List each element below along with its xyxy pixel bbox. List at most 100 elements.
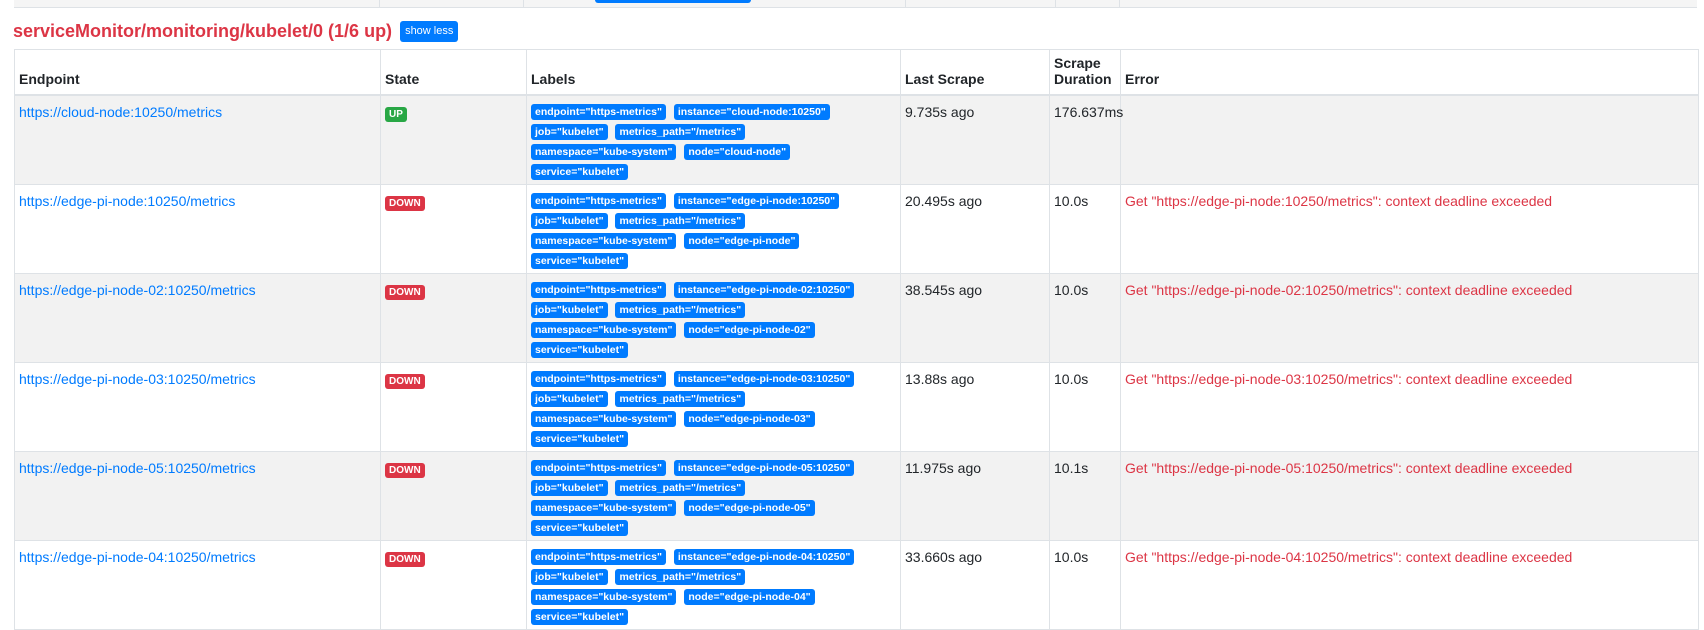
state-badge: UP — [385, 107, 407, 122]
label-badge: instance="edge-pi-node:10250" — [673, 193, 840, 209]
state-cell: DOWN — [380, 540, 527, 630]
label-badge: instance="edge-pi-node-03:10250" — [673, 371, 855, 387]
label-badge: service="kubelet" — [531, 431, 629, 447]
label-badge: node="edge-pi-node" — [684, 233, 800, 249]
label-badge: node="edge-pi-node-03" — [684, 411, 815, 427]
previous-section-button[interactable] — [595, 0, 751, 3]
header-state[interactable]: State — [380, 49, 527, 96]
label-badge: service="kubelet" — [531, 609, 629, 625]
label-badge: service="kubelet" — [531, 253, 629, 269]
endpoint-link[interactable]: https://edge-pi-node-05:10250/metrics — [19, 460, 256, 476]
endpoint-link[interactable]: https://edge-pi-node-04:10250/metrics — [19, 549, 256, 565]
scrape-duration-cell: 10.1s — [1049, 451, 1121, 541]
label-badge: job="kubelet" — [531, 124, 608, 140]
section-title: serviceMonitor/monitoring/kubelet/0 (1/6… — [13, 21, 393, 41]
scrape-duration-cell: 10.0s — [1049, 273, 1121, 363]
error-cell: Get "https://edge-pi-node-03:10250/metri… — [1120, 362, 1699, 452]
section-header: serviceMonitor/monitoring/kubelet/0 (1/6… — [13, 21, 459, 42]
label-badge: metrics_path="/metrics" — [615, 480, 746, 496]
header-endpoint[interactable]: Endpoint — [14, 49, 381, 96]
table-row: https://edge-pi-node-02:10250/metrics DOW… — [14, 273, 1699, 363]
table-row: https://edge-pi-node-03:10250/metrics DOW… — [14, 362, 1699, 452]
endpoint-cell: https://edge-pi-node-04:10250/metrics — [14, 540, 381, 630]
targets-table: Endpoint State Labels Last Scrape Scrape… — [14, 49, 1699, 630]
scrape-duration-cell: 10.0s — [1049, 184, 1121, 274]
label-badge: job="kubelet" — [531, 213, 608, 229]
header-scrape-duration-line1: Scrape — [1054, 55, 1101, 71]
label-badge: instance="edge-pi-node-04:10250" — [673, 549, 855, 565]
last-scrape-cell: 11.975s ago — [900, 451, 1050, 541]
label-badge: instance="edge-pi-node-05:10250" — [673, 460, 855, 476]
endpoint-link[interactable]: https://edge-pi-node:10250/metrics — [19, 193, 235, 209]
labels-cell: endpoint="https-metrics" instance="edge-… — [526, 540, 901, 630]
label-badge: namespace="kube-system" — [531, 411, 677, 427]
last-scrape-cell: 20.495s ago — [900, 184, 1050, 274]
endpoint-cell: https://edge-pi-node-02:10250/metrics — [14, 273, 381, 363]
label-badge: job="kubelet" — [531, 302, 608, 318]
endpoint-link[interactable]: https://cloud-node:10250/metrics — [19, 104, 222, 120]
endpoint-link[interactable]: https://edge-pi-node-03:10250/metrics — [19, 371, 256, 387]
labels-cell: endpoint="https-metrics" instance="edge-… — [526, 362, 901, 452]
labels-cell: endpoint="https-metrics" instance="cloud… — [526, 94, 901, 185]
label-badge: job="kubelet" — [531, 569, 608, 585]
scrape-duration-cell: 10.0s — [1049, 362, 1121, 452]
error-cell — [1120, 94, 1699, 185]
label-badge: endpoint="https-metrics" — [531, 549, 666, 565]
state-cell: DOWN — [380, 184, 527, 274]
previous-table-remnant — [14, 0, 1697, 8]
endpoint-link[interactable]: https://edge-pi-node-02:10250/metrics — [19, 282, 256, 298]
endpoint-cell: https://edge-pi-node:10250/metrics — [14, 184, 381, 274]
label-badge: job="kubelet" — [531, 391, 608, 407]
label-badge: endpoint="https-metrics" — [531, 460, 666, 476]
header-scrape-duration-line2: Duration — [1054, 71, 1112, 87]
label-badge: namespace="kube-system" — [531, 500, 677, 516]
state-badge: DOWN — [385, 196, 425, 211]
state-cell: DOWN — [380, 451, 527, 541]
header-error[interactable]: Error — [1120, 49, 1699, 96]
label-badge: node="edge-pi-node-05" — [684, 500, 815, 516]
state-cell: DOWN — [380, 362, 527, 452]
label-badge: metrics_path="/metrics" — [615, 391, 746, 407]
label-badge: namespace="kube-system" — [531, 589, 677, 605]
label-badge: endpoint="https-metrics" — [531, 371, 666, 387]
state-cell: DOWN — [380, 273, 527, 363]
state-badge: DOWN — [385, 463, 425, 478]
header-labels[interactable]: Labels — [526, 49, 901, 96]
scrape-duration-cell: 176.637ms — [1049, 94, 1123, 185]
label-badge: node="edge-pi-node-02" — [684, 322, 815, 338]
labels-cell: endpoint="https-metrics" instance="edge-… — [526, 451, 901, 541]
last-scrape-cell: 33.660s ago — [900, 540, 1050, 630]
label-badge: service="kubelet" — [531, 342, 629, 358]
label-badge: endpoint="https-metrics" — [531, 104, 666, 120]
label-badge: metrics_path="/metrics" — [615, 213, 746, 229]
label-badge: node="edge-pi-node-04" — [684, 589, 815, 605]
label-badge: namespace="kube-system" — [531, 322, 677, 338]
last-scrape-cell: 13.88s ago — [900, 362, 1050, 452]
label-badge: metrics_path="/metrics" — [615, 124, 746, 140]
table-header-row: Endpoint State Labels Last Scrape Scrape… — [14, 49, 1699, 96]
label-badge: endpoint="https-metrics" — [531, 193, 666, 209]
table-row: https://cloud-node:10250/metrics UP endpoi… — [14, 94, 1699, 185]
last-scrape-cell: 9.735s ago — [900, 94, 1050, 185]
state-cell: UP — [380, 94, 527, 185]
label-badge: metrics_path="/metrics" — [615, 569, 746, 585]
label-badge: instance="edge-pi-node-02:10250" — [673, 282, 855, 298]
table-row: https://edge-pi-node:10250/metrics DOWN en… — [14, 184, 1699, 274]
scrape-duration-cell: 10.0s — [1049, 540, 1121, 630]
header-scrape-duration[interactable]: Scrape Duration — [1049, 49, 1121, 96]
header-last-scrape[interactable]: Last Scrape — [900, 49, 1050, 96]
show-less-button[interactable]: show less — [400, 21, 459, 42]
table-row: https://edge-pi-node-05:10250/metrics DOW… — [14, 451, 1699, 541]
label-badge: node="cloud-node" — [684, 144, 791, 160]
endpoint-cell: https://edge-pi-node-03:10250/metrics — [14, 362, 381, 452]
labels-cell: endpoint="https-metrics" instance="edge-… — [526, 184, 901, 274]
state-badge: DOWN — [385, 285, 425, 300]
label-badge: namespace="kube-system" — [531, 144, 677, 160]
state-badge: DOWN — [385, 374, 425, 389]
state-badge: DOWN — [385, 552, 425, 567]
label-badge: endpoint="https-metrics" — [531, 282, 666, 298]
table-row: https://edge-pi-node-04:10250/metrics DOW… — [14, 540, 1699, 630]
error-cell: Get "https://edge-pi-node-02:10250/metri… — [1120, 273, 1699, 363]
labels-cell: endpoint="https-metrics" instance="edge-… — [526, 273, 901, 363]
error-cell: Get "https://edge-pi-node-05:10250/metri… — [1120, 451, 1699, 541]
